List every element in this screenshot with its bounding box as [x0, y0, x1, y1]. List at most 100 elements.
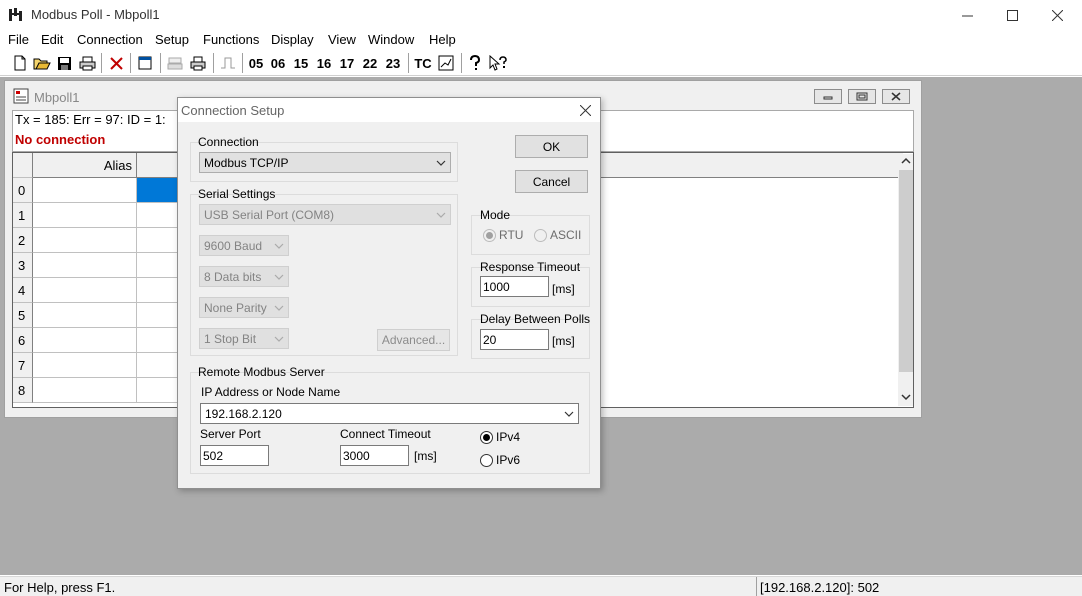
connection-error: No connection — [15, 132, 106, 147]
context-help-button[interactable] — [488, 53, 508, 73]
menu-functions[interactable]: Functions — [203, 32, 259, 47]
alias-cell[interactable] — [33, 278, 137, 303]
ipv4-label: IPv4 — [496, 430, 521, 444]
fc-22-button[interactable]: 22 — [361, 53, 379, 73]
alias-cell[interactable] — [33, 228, 137, 253]
fc-17-button[interactable]: 17 — [338, 53, 356, 73]
fc-06-button[interactable]: 06 — [269, 53, 287, 73]
mode-rtu-radio[interactable]: RTU — [483, 228, 523, 242]
vertical-scrollbar[interactable] — [898, 154, 913, 406]
alias-cell[interactable] — [33, 178, 137, 203]
chevron-down-icon — [274, 274, 284, 280]
parity-select[interactable]: None Parity — [199, 297, 289, 318]
child-close-button[interactable] — [882, 89, 910, 104]
monitor-button[interactable] — [436, 53, 456, 73]
response-timeout-unit: [ms] — [552, 282, 575, 296]
data-bits-value: 8 Data bits — [204, 270, 262, 284]
menu-setup[interactable]: Setup — [155, 32, 189, 47]
maximize-button[interactable] — [989, 0, 1035, 30]
toolbar-separator — [160, 53, 161, 73]
scroll-down-icon[interactable] — [901, 393, 911, 401]
modbus-app-icon — [9, 8, 22, 21]
toolbar-separator — [101, 53, 102, 73]
alias-cell[interactable] — [33, 353, 137, 378]
menu-display[interactable]: Display — [271, 32, 314, 47]
advanced-button[interactable]: Advanced... — [377, 329, 450, 351]
alias-cell[interactable] — [33, 203, 137, 228]
scroll-up-icon[interactable] — [901, 157, 911, 165]
chevron-down-icon — [436, 212, 446, 218]
row-number: 7 — [13, 353, 33, 378]
connection-type-select[interactable]: Modbus TCP/IP — [199, 152, 451, 173]
window-button[interactable] — [136, 53, 154, 73]
row-number: 5 — [13, 303, 33, 328]
server-port-input[interactable]: 502 — [200, 445, 269, 466]
dialog-title-bar: Connection Setup — [178, 98, 600, 122]
toolbar-separator — [213, 53, 214, 73]
help-button[interactable] — [466, 53, 484, 73]
ipv4-radio[interactable]: IPv4 — [480, 430, 520, 444]
alias-column-header[interactable]: Alias — [33, 153, 137, 178]
save-button[interactable] — [55, 53, 73, 73]
open-button[interactable] — [32, 53, 52, 73]
minimize-icon — [823, 96, 833, 99]
menu-edit[interactable]: Edit — [41, 32, 63, 47]
connect-button[interactable] — [165, 53, 185, 73]
window-icon — [138, 56, 152, 70]
cancel-button[interactable]: Cancel — [515, 170, 588, 193]
toolbar-separator — [242, 53, 243, 73]
fc-15-button[interactable]: 15 — [292, 53, 310, 73]
stop-bits-select[interactable]: 1 Stop Bit — [199, 328, 289, 349]
row-number: 1 — [13, 203, 33, 228]
connect-timeout-input[interactable]: 3000 — [340, 445, 409, 466]
alias-cell[interactable] — [33, 328, 137, 353]
fc-16-button[interactable]: 16 — [315, 53, 333, 73]
ip-address-combo[interactable]: 192.168.2.120 — [200, 403, 579, 424]
close-icon — [891, 92, 901, 101]
ok-button[interactable]: OK — [515, 135, 588, 158]
delay-polls-label: Delay Between Polls — [480, 312, 591, 326]
new-button[interactable] — [11, 53, 29, 73]
menu-view[interactable]: View — [328, 32, 356, 47]
fc-05-button[interactable]: 05 — [247, 53, 265, 73]
child-restore-button[interactable] — [848, 89, 876, 104]
delay-polls-input[interactable]: 20 — [480, 329, 549, 350]
pulse-button[interactable] — [218, 53, 238, 73]
chevron-down-icon — [274, 243, 284, 249]
tc-button[interactable]: TC — [413, 53, 433, 73]
connection-type-value: Modbus TCP/IP — [204, 156, 289, 170]
data-bits-select[interactable]: 8 Data bits — [199, 266, 289, 287]
chevron-down-icon — [274, 305, 284, 311]
alias-cell[interactable] — [33, 253, 137, 278]
dialog-close-button[interactable] — [576, 102, 594, 118]
menu-window[interactable]: Window — [368, 32, 414, 47]
menu-connection[interactable]: Connection — [77, 32, 143, 47]
menu-help[interactable]: Help — [429, 32, 456, 47]
mode-label: Mode — [480, 208, 511, 222]
response-timeout-label: Response Timeout — [480, 260, 581, 274]
print-button[interactable] — [77, 53, 97, 73]
tx-err-status: Tx = 185: Err = 97: ID = 1: — [15, 112, 166, 127]
delete-button[interactable] — [107, 53, 125, 73]
mode-ascii-label: ASCII — [550, 228, 582, 242]
alias-cell[interactable] — [33, 378, 137, 403]
baud-select[interactable]: 9600 Baud — [199, 235, 289, 256]
scrollbar-thumb[interactable] — [899, 170, 913, 372]
alias-cell[interactable] — [33, 303, 137, 328]
serial-port-select[interactable]: USB Serial Port (COM8) — [199, 204, 451, 225]
menu-file[interactable]: File — [8, 32, 29, 47]
ipv6-radio[interactable]: IPv6 — [480, 453, 520, 467]
minimize-icon — [961, 15, 973, 16]
disconnect-button[interactable] — [188, 53, 208, 73]
close-button[interactable] — [1034, 0, 1080, 30]
serial-port-value: USB Serial Port (COM8) — [204, 208, 335, 222]
mode-ascii-radio[interactable]: ASCII — [534, 228, 581, 242]
restore-icon — [856, 92, 868, 101]
fc-23-button[interactable]: 23 — [384, 53, 402, 73]
toolbar-separator — [461, 53, 462, 73]
response-timeout-input[interactable]: 1000 — [480, 276, 549, 297]
child-minimize-button[interactable] — [814, 89, 842, 104]
toolbar-separator — [408, 53, 409, 73]
stop-bits-value: 1 Stop Bit — [204, 332, 257, 346]
minimize-button[interactable] — [944, 0, 990, 30]
